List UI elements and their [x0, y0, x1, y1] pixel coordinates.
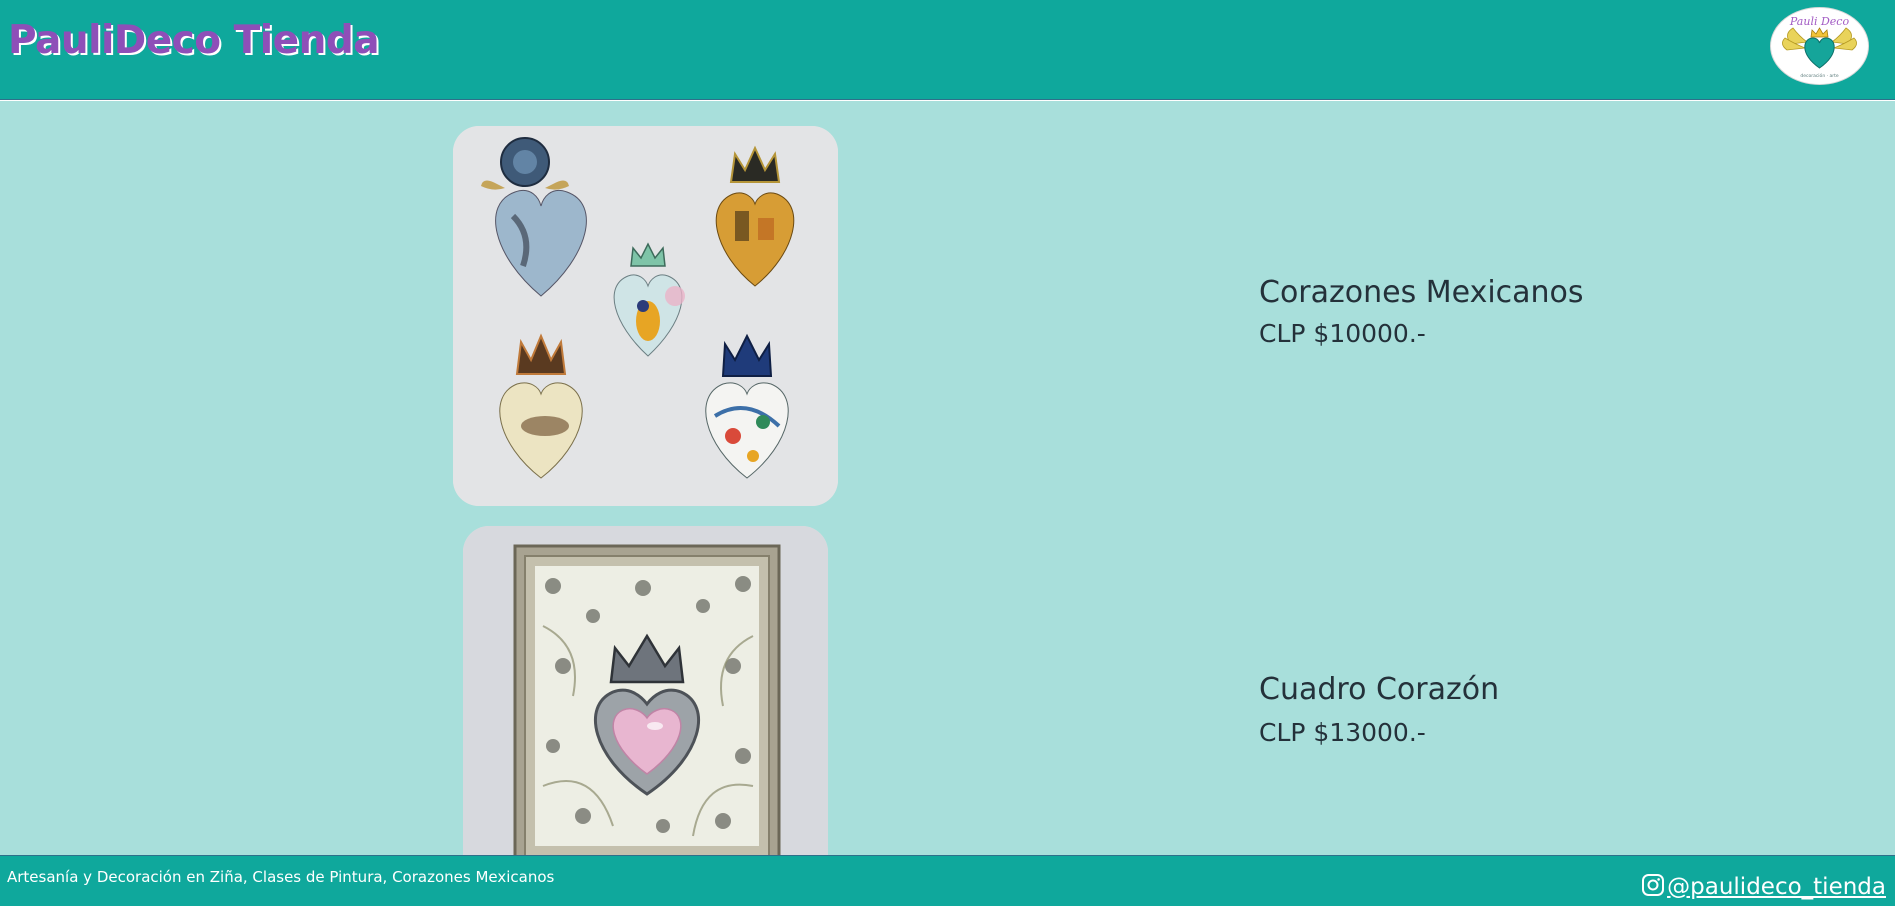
mexican-hearts-photo[interactable] — [453, 126, 838, 506]
product-price: CLP $13000.- — [1259, 718, 1426, 747]
product-card[interactable]: Cuadro Corazón CLP $13000.- — [0, 501, 1895, 855]
svg-text:Pauli Deco: Pauli Deco — [1789, 15, 1850, 28]
pauli-deco-logo-icon[interactable]: Pauli Deco decoración · arte — [1769, 6, 1870, 86]
site-title[interactable]: PauliDeco Tienda — [8, 18, 380, 63]
instagram-handle[interactable]: @paulideco_tienda — [1667, 874, 1886, 900]
footer-tagline: Artesanía y Decoración en Ziña, Clases d… — [7, 868, 555, 886]
instagram-link[interactable]: @paulideco_tienda — [1641, 873, 1886, 901]
product-list: Corazones Mexicanos CLP $10000.- Cuadro … — [0, 101, 1895, 855]
product-name[interactable]: Cuadro Corazón — [1259, 672, 1499, 707]
product-card[interactable]: Corazones Mexicanos CLP $10000.- — [0, 101, 1895, 506]
instagram-icon — [1641, 873, 1665, 901]
svg-text:decoración · arte: decoración · arte — [1800, 72, 1838, 79]
product-name[interactable]: Corazones Mexicanos — [1259, 275, 1584, 310]
product-price: CLP $10000.- — [1259, 319, 1426, 348]
site-header: PauliDeco Tienda Pauli Deco decoración ·… — [0, 0, 1895, 100]
site-footer: Artesanía y Decoración en Ziña, Clases d… — [0, 855, 1895, 906]
framed-heart-photo[interactable] — [463, 526, 828, 855]
